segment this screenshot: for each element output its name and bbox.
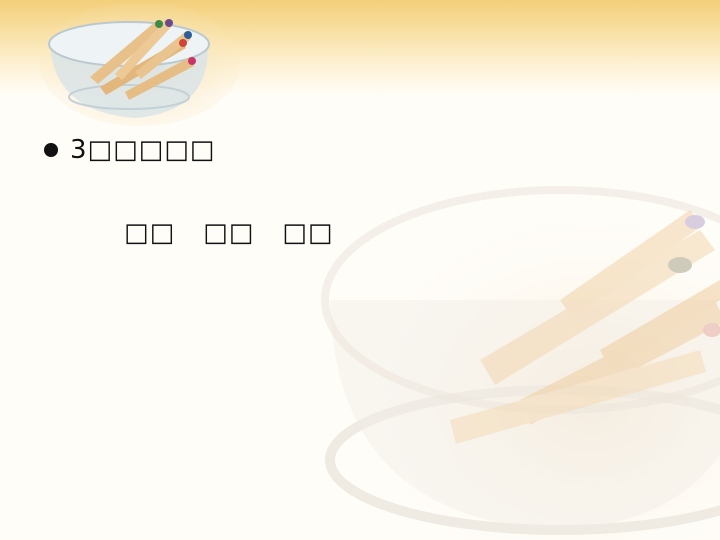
bullet-row: 3□□□□□ bbox=[44, 130, 215, 170]
pencil-bowl-logo-image bbox=[40, 2, 240, 126]
bullet-dot-icon bbox=[44, 143, 58, 157]
sub-item: □□ bbox=[203, 218, 255, 248]
sub-item-row: □□ □□ □□ bbox=[124, 216, 333, 250]
slide: 3□□□□□ □□ □□ □□ bbox=[0, 0, 720, 540]
bullet-text: 3□□□□□ bbox=[70, 135, 216, 165]
sub-item: □□ bbox=[124, 218, 176, 248]
sub-item: □□ bbox=[282, 218, 334, 248]
